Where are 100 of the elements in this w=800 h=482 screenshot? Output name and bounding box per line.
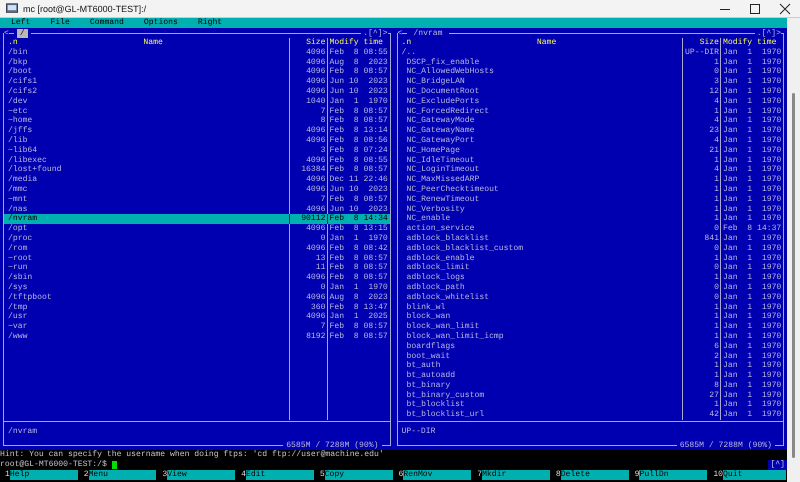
file-row[interactable]: /lib 4096 Feb 8 08:56 (4, 136, 390, 146)
file-row[interactable]: /lost+found 16384 Feb 8 08:57 (4, 165, 390, 176)
file-row[interactable]: /bkp 4096 Aug 8 2023 (4, 58, 390, 68)
function-key-button[interactable]: Menu (88, 470, 156, 480)
file-row[interactable]: /sys 0 Jan 1 1970 (4, 282, 390, 293)
file-row[interactable]: adblock_whitelist 0 Jan 1 1970 (398, 292, 783, 303)
menu-item[interactable]: File (50, 18, 70, 28)
file-row[interactable]: /jffs 4096 Feb 8 13:14 (4, 126, 390, 136)
file-row[interactable]: block_wan_limit 1 Jan 1 1970 (398, 322, 783, 332)
file-row[interactable]: /proc 0 Jan 1 1970 (4, 234, 390, 244)
file-row[interactable]: /www 8192 Feb 8 08:57 (4, 332, 390, 342)
column-header[interactable]: Size (306, 38, 326, 48)
file-row[interactable]: NC_BridgeLAN 3 Jan 1 1970 (398, 77, 783, 87)
file-row[interactable]: /rom 4096 Feb 8 08:42 (4, 244, 390, 254)
back-arrow[interactable]: < (398, 29, 402, 38)
column-header[interactable]: Name (18, 38, 288, 48)
menu-item[interactable]: Options (144, 18, 178, 28)
history-link[interactable]: .[^]> (754, 29, 781, 38)
file-row[interactable]: ~run 11 Feb 8 08:57 (4, 263, 390, 274)
file-row[interactable]: /bin 4096 Feb 8 08:55 (4, 48, 390, 58)
file-row[interactable]: bt_binary 8 Jan 1 1970 (398, 380, 783, 391)
function-key-button[interactable]: Copy (324, 470, 393, 480)
file-row[interactable]: ~root 13 Feb 8 08:57 (4, 254, 390, 264)
function-key-button[interactable]: PullDn (639, 470, 708, 480)
column-header[interactable]: Modify time (723, 38, 776, 48)
column-header[interactable]: .n (8, 38, 18, 48)
scrollbar[interactable] (787, 18, 800, 482)
file-row[interactable]: adblock_limit 0 Jan 1 1970 (398, 263, 783, 274)
file-row[interactable]: NC_RenewTimeout 1 Jan 1 1970 (398, 194, 783, 205)
scrollbar-thumb[interactable] (792, 93, 795, 458)
function-key-button[interactable]: Delete (560, 470, 629, 480)
column-header[interactable]: Size (700, 38, 719, 48)
key-number: 6 (398, 470, 404, 480)
file-row[interactable]: bt_auth 1 Jan 1 1970 (398, 361, 783, 372)
file-name: bt_binary (406, 380, 450, 391)
menu-item[interactable]: Left (11, 18, 30, 28)
file-row[interactable]: NC_DocumentRoot 12 Jan 1 1970 (398, 86, 783, 97)
function-key-button[interactable]: Quit (723, 470, 786, 480)
file-row[interactable]: NC_Verbosity 1 Jan 1 1970 (398, 204, 783, 214)
history-button[interactable]: [^] (768, 460, 787, 470)
file-row[interactable]: NC_IdleTimeout 1 Jan 1 1970 (398, 156, 783, 166)
file-row[interactable]: boot_wait 2 Jan 1 1970 (398, 352, 783, 362)
function-key-button[interactable]: Help (10, 470, 78, 480)
file-row[interactable]: NC_AllowedWebHosts 0 Jan 1 1970 (398, 67, 783, 78)
file-row[interactable]: block_wan_limit_icmp 1 Jan 1 1970 (398, 332, 783, 342)
file-row[interactable]: /cifs2 4096 Jun 10 2023 (4, 86, 390, 97)
file-row[interactable]: adblock_logs 1 Jan 1 1970 (398, 273, 783, 283)
function-key-button[interactable]: Edit (246, 470, 314, 480)
menu-item[interactable]: Command (90, 18, 124, 28)
file-row[interactable]: action_service 0 Feb 8 14:37 (398, 224, 783, 234)
file-row[interactable]: ~var 7 Feb 8 08:57 (4, 322, 390, 332)
file-row[interactable]: /tftpboot 4096 Aug 8 2023 (4, 292, 390, 303)
function-key-button[interactable]: Mkdir (482, 470, 550, 480)
file-row[interactable]: NC_LoginTimeout 4 Jan 1 1970 (398, 165, 783, 176)
file-row[interactable]: /boot 4096 Feb 8 08:57 (4, 67, 390, 78)
file-row[interactable]: /media 4096 Dec 11 22:46 (4, 175, 390, 185)
file-row[interactable]: ~etc 7 Feb 8 08:57 (4, 106, 390, 116)
file-row[interactable]: bt_autoadd 1 Jan 1 1970 (398, 371, 783, 381)
file-row[interactable]: adblock_path 0 Jan 1 1970 (398, 282, 783, 293)
file-row[interactable]: NC_GatewayPort 4 Jan 1 1970 (398, 136, 783, 146)
function-key-button[interactable]: RenMov (403, 470, 472, 480)
file-row[interactable]: /.. UP--DIR Jan 1 1970 (398, 48, 783, 58)
file-row[interactable]: blink_wl 1 Jan 1 1970 (398, 302, 783, 312)
file-row[interactable]: adblock_enable 1 Jan 1 1970 (398, 254, 783, 264)
file-row[interactable]: NC_GatewayName 23 Jan 1 1970 (398, 126, 783, 136)
file-row[interactable]: /libexec 4096 Feb 8 08:55 (4, 156, 390, 166)
file-row[interactable]: /tmp 360 Feb 8 13:47 (4, 302, 390, 312)
column-header[interactable]: Modify time (330, 38, 383, 48)
file-row[interactable]: block_wan 1 Jan 1 1970 (398, 312, 783, 322)
history-link[interactable]: .[^]> (361, 29, 388, 38)
file-row[interactable]: adblock_blacklist_custom 0 Jan 1 1970 (398, 244, 783, 254)
file-row[interactable]: ~lib64 3 Feb 8 07:24 (4, 146, 390, 156)
file-row[interactable]: NC_GatewayMode 4 Jan 1 1970 (398, 116, 783, 126)
file-row[interactable]: NC_ExcludePorts 4 Jan 1 1970 (398, 96, 783, 107)
file-row[interactable]: NC_enable 1 Jan 1 1970 (398, 214, 783, 224)
file-row[interactable]: NC_HomePage 21 Jan 1 1970 (398, 146, 783, 156)
file-row[interactable]: /dev 1040 Jan 1 1970 (4, 96, 390, 107)
file-row[interactable]: boardflags 6 Jan 1 1970 (398, 342, 783, 352)
file-row[interactable]: NC_MaxMissedARP 1 Jan 1 1970 (398, 175, 783, 185)
function-key-button[interactable]: View (167, 470, 236, 480)
file-row[interactable]: NC_ForcedRedirect 1 Jan 1 1970 (398, 106, 783, 116)
file-row[interactable]: /cifs1 4096 Jun 10 2023 (4, 77, 390, 87)
file-row[interactable]: DSCP_fix_enable 1 Jan 1 1970 (398, 58, 783, 68)
file-row[interactable]: adblock_blacklist 841 Jan 1 1970 (398, 234, 783, 244)
file-row[interactable]: ~mnt 7 Feb 8 08:57 (4, 194, 390, 205)
file-row[interactable]: ~home 8 Feb 8 08:57 (4, 116, 390, 126)
file-row[interactable]: bt_binary_custom 27 Jan 1 1970 (398, 390, 783, 400)
file-row[interactable]: NC_PeerChecktimeout 1 Jan 1 1970 (398, 184, 783, 195)
menu-item[interactable]: Right (198, 18, 222, 28)
file-row[interactable]: bt_blocklist 1 Jan 1 1970 (398, 400, 783, 410)
file-row[interactable]: /sbin 4096 Feb 8 08:57 (4, 273, 390, 283)
file-row[interactable]: /usr 4096 Jan 1 2025 (4, 312, 390, 322)
back-arrow[interactable]: < (4, 29, 9, 38)
file-row[interactable]: /opt 4096 Feb 8 13:15 (4, 224, 390, 234)
file-row[interactable]: bt_blocklist_url 42 Jan 1 1970 (398, 410, 783, 420)
file-size: 4096 (306, 136, 326, 146)
selected-file-row[interactable]: /nvram 90112 Feb 8 14:34 (4, 214, 390, 224)
column-header[interactable]: Name (411, 38, 682, 48)
column-header[interactable]: .n (402, 38, 412, 48)
file-row[interactable]: /mmc 4096 Jun 10 2023 (4, 184, 390, 195)
